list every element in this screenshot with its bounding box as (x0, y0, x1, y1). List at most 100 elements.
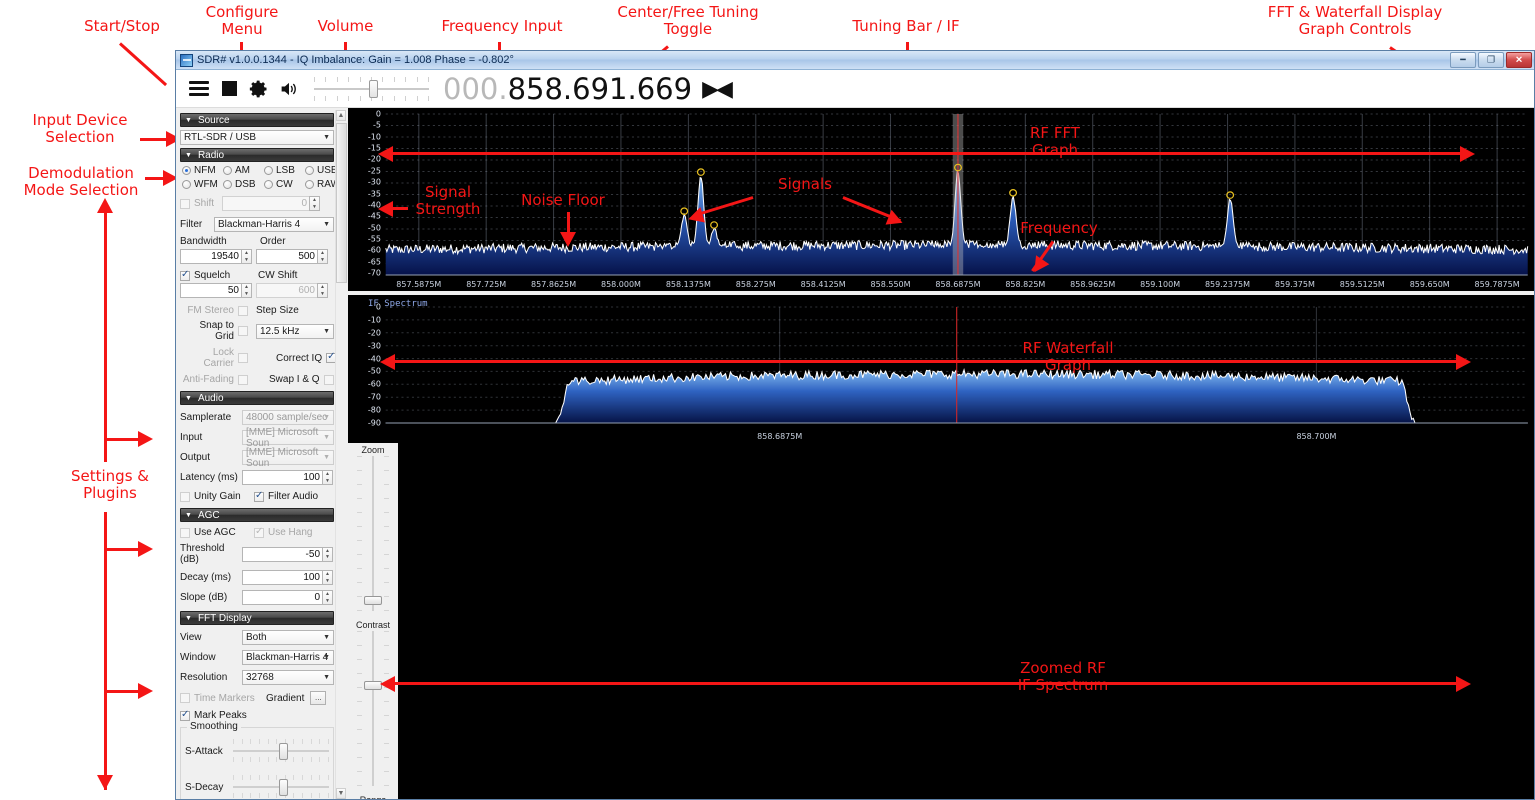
sidebar-group-agc[interactable]: ▼ AGC (180, 508, 334, 522)
scroll-thumb[interactable] (336, 123, 347, 283)
squelch-spinner[interactable]: ▲ ▼ (241, 283, 252, 298)
mode-wfm[interactable]: WFM (182, 179, 223, 190)
fft-x-tick: 858.4125M (800, 280, 846, 289)
fm-stereo-checkbox[interactable] (238, 305, 248, 316)
sidebar-group-radio[interactable]: ▼ Radio (180, 148, 334, 162)
filter-combo[interactable]: Blackman-Harris 4 ▼ (214, 217, 334, 232)
annotation-settings-branch2 (104, 548, 142, 551)
s-decay-thumb[interactable] (279, 779, 289, 796)
mode-dsb[interactable]: DSB (223, 179, 264, 190)
radio-dot-icon (182, 180, 191, 189)
shift-spinner[interactable]: ▲ ▼ (309, 196, 321, 211)
slope-spinner[interactable]: ▲ ▼ (322, 590, 333, 605)
annotation-settings-down-line (104, 512, 107, 790)
close-button[interactable]: ✕ (1506, 52, 1532, 68)
bandwidth-spinner[interactable]: ▲ ▼ (241, 249, 252, 264)
lock-carrier-checkbox[interactable] (238, 353, 248, 363)
fft-y-tick: -20 (367, 154, 381, 164)
volume-button[interactable] (274, 74, 304, 104)
sidebar-scrollbar[interactable]: ▲ ▼ (335, 110, 347, 799)
mode-am-label: AM (235, 165, 250, 176)
cwshift-spinner[interactable]: ▲ ▼ (317, 283, 328, 298)
shift-input[interactable]: 0 ▲ ▼ (222, 196, 321, 211)
scroll-down-button[interactable]: ▼ (336, 788, 346, 799)
fft-y-tick: -55 (367, 234, 381, 244)
s-attack-label: S-Attack (185, 745, 223, 757)
use-hang-checkbox[interactable] (254, 526, 264, 538)
latency-spinner[interactable]: ▲ ▼ (322, 470, 333, 485)
sidebar-group-fft-display[interactable]: ▼ FFT Display (180, 611, 334, 625)
latency-input[interactable]: 100 ▲ ▼ (242, 470, 333, 485)
decay-spinner[interactable]: ▲ ▼ (322, 570, 333, 585)
center-free-tuning-toggle[interactable]: ▶◀ (702, 77, 733, 100)
use-agc-label: Use AGC (194, 527, 236, 538)
start-stop-button[interactable] (214, 74, 244, 104)
resolution-combo[interactable]: 32768 ▼ (242, 670, 334, 685)
chevron-down-icon: ▼ (323, 454, 330, 461)
samplerate-combo[interactable]: 48000 sample/sec ▼ (242, 410, 334, 425)
zoom-slider[interactable] (356, 456, 390, 611)
source-device-combo[interactable]: RTL-SDR / USB ▼ (180, 130, 334, 145)
audio-input-combo[interactable]: [MME] Microsoft Soun ▼ (242, 427, 334, 449)
slope-input[interactable]: 0 ▲ ▼ (242, 590, 333, 605)
zoom-thumb[interactable] (364, 595, 382, 605)
gradient-button[interactable]: ... (310, 691, 327, 705)
annotation-fft-waterfall-controls: FFT & Waterfall Display Graph Controls (1267, 3, 1443, 38)
unity-gain-checkbox[interactable] (180, 491, 190, 502)
shift-checkbox[interactable] (180, 198, 190, 209)
filter-audio-checkbox[interactable] (254, 490, 264, 502)
sidebar-group-audio[interactable]: ▼ Audio (180, 391, 334, 405)
snap-to-grid-checkbox[interactable] (238, 326, 248, 336)
mode-nfm[interactable]: NFM (182, 165, 223, 176)
view-combo[interactable]: Both ▼ (242, 630, 334, 645)
frequency-input[interactable]: 000. 858.691.669 (443, 72, 692, 106)
mark-peaks-checkbox[interactable] (180, 709, 190, 721)
fft-x-tick: 859.2375M (1204, 280, 1251, 289)
order-input[interactable]: 500 ▲ ▼ (256, 249, 328, 264)
fft-x-tick: 858.825M (1005, 280, 1046, 289)
squelch-checkbox[interactable] (180, 269, 190, 281)
step-size-combo[interactable]: 12.5 kHz ▼ (256, 323, 334, 339)
bandwidth-input[interactable]: 19540 ▲ ▼ (180, 249, 252, 264)
volume-slider[interactable] (314, 74, 429, 104)
annotation-settings-branch1 (104, 438, 142, 441)
mode-cw[interactable]: CW (264, 179, 305, 190)
window-titlebar[interactable]: SDR# v1.0.0.1344 - IQ Imbalance: Gain = … (176, 51, 1534, 70)
annotation-rf-waterfall-graph: RF Waterfall Graph (1022, 339, 1114, 374)
order-spinner[interactable]: ▲ ▼ (317, 249, 328, 264)
squelch-input[interactable]: 50 ▲ ▼ (180, 283, 252, 298)
mode-lsb[interactable]: LSB (264, 165, 305, 176)
threshold-spinner[interactable]: ▲ ▼ (322, 546, 333, 562)
anti-fading-checkbox[interactable] (238, 374, 248, 385)
threshold-input[interactable]: -50 ▲ ▼ (242, 546, 333, 562)
window-combo[interactable]: Blackman-Harris 4 ▼ (242, 650, 334, 665)
s-attack-slider[interactable] (233, 738, 329, 764)
contrast-slider[interactable] (356, 631, 390, 786)
decay-input[interactable]: 100 ▲ ▼ (242, 570, 333, 585)
cwshift-input[interactable]: 600 ▲ ▼ (256, 283, 328, 298)
display-graph-controls: Zoom Contrast Range (348, 443, 398, 799)
use-agc-checkbox[interactable] (180, 527, 190, 538)
mode-am[interactable]: AM (223, 165, 264, 176)
frequency-lit-digits: 858.691.669 (507, 71, 693, 106)
scroll-up-button[interactable]: ▲ (336, 110, 346, 121)
threshold-value: -50 (305, 548, 320, 560)
window-row: Window Blackman-Harris 4 ▼ (180, 650, 346, 665)
samplerate-row: Samplerate 48000 sample/sec ▼ (180, 410, 346, 425)
window-label: Window (180, 652, 216, 663)
s-decay-slider[interactable] (233, 774, 329, 799)
audio-output-combo[interactable]: [MME] Microsoft Soun ▼ (242, 447, 334, 469)
annotation-signal-strength: Signal Strength (415, 183, 481, 218)
maximize-button[interactable]: ❐ (1478, 52, 1504, 68)
volume-thumb[interactable] (369, 79, 379, 98)
minimize-button[interactable]: ━ (1450, 52, 1476, 68)
swap-iq-checkbox[interactable] (323, 374, 334, 385)
anti-fading-label: Anti-Fading (182, 374, 234, 385)
s-attack-thumb[interactable] (279, 743, 289, 760)
if-spectrum-graph[interactable]: IF Spectrum 0 -10 -20 -30 -40 -50 -60 -70 -80 -90… (348, 295, 1534, 443)
s-attack-row: S-Attack (185, 738, 329, 764)
configure-button[interactable] (244, 74, 274, 104)
sidebar-group-source[interactable]: ▼ Source (180, 113, 334, 127)
hamburger-menu-icon[interactable] (184, 74, 214, 104)
time-markers-checkbox[interactable] (180, 693, 190, 703)
